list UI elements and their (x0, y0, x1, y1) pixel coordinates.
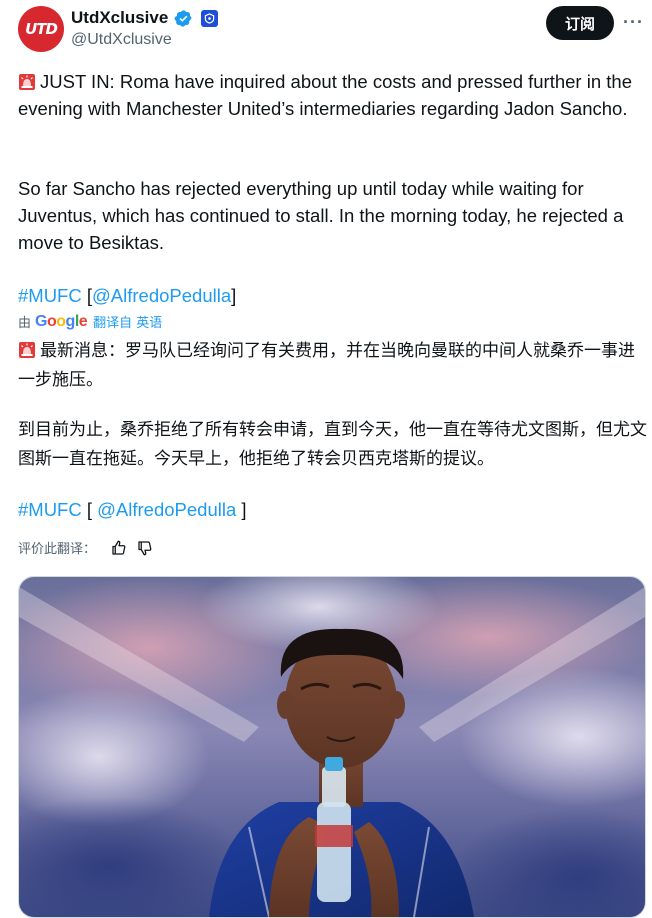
translated-bracket-open: [ (86, 499, 98, 520)
google-letter-o1: o (46, 312, 57, 330)
avatar-logo-text: UTD (25, 20, 58, 38)
tweet-text-1: JUST IN: Roma have inquired about the co… (18, 71, 632, 119)
rate-translation-label: 评价此翻译： (18, 542, 97, 557)
avatar[interactable]: UTD (18, 6, 64, 52)
google-letter-g: G (35, 312, 47, 330)
display-name[interactable]: UtdXclusive (71, 8, 168, 28)
translated-from-link[interactable]: 翻译自 英语 (93, 312, 162, 331)
thumbs-up-icon[interactable] (110, 539, 128, 557)
rate-translation-row: 评价此翻译： (18, 538, 154, 557)
translation-text-1: 最新消息：罗马队已经询问了有关费用，并在当晚向曼联的中间人就桑乔一事进一步施压。 (18, 341, 635, 390)
translation-paragraph-2: 到目前为止，桑乔拒绝了所有转会申请，直到今天，他一直在等待尤文图斯，但尤文图斯一… (18, 420, 647, 469)
siren-emoji-icon (19, 74, 35, 90)
mention-link[interactable]: @AlfredoPedulla (92, 285, 231, 306)
thumbs-down-icon[interactable] (136, 539, 154, 557)
verified-badge-icon (174, 9, 192, 27)
google-letter-o2: o (56, 312, 66, 330)
tweet-paragraph-2: So far Sancho has rejected everything up… (18, 178, 624, 253)
translation-tags-row: #MUFC [ @AlfredoPedulla ] (18, 496, 648, 523)
google-letter-g2: g (65, 312, 76, 330)
bracket-close: ] (231, 285, 237, 306)
hashtag-link[interactable]: #MUFC (18, 285, 82, 306)
tweet-photo[interactable] (18, 576, 646, 918)
tweet-tags-row: #MUFC [@AlfredoPedulla] (18, 282, 648, 309)
translated-hashtag-link[interactable]: #MUFC (18, 499, 82, 520)
tweet-header: UTD UtdXclusive @UtdXclusive 订阅 ··· (18, 6, 643, 56)
subscribe-button[interactable]: 订阅 (546, 6, 614, 40)
google-letter-e: e (78, 312, 88, 330)
affiliate-badge-icon[interactable] (201, 9, 219, 27)
translated-by-label: 由 (18, 316, 32, 331)
player-photo-image (19, 577, 645, 917)
user-handle[interactable]: @UtdXclusive (71, 31, 172, 49)
tweet-paragraph-1: JUST IN: Roma have inquired about the co… (18, 68, 648, 122)
translation-paragraph-1: 最新消息：罗马队已经询问了有关费用，并在当晚向曼联的中间人就桑乔一事进一步施压。 (18, 337, 648, 395)
translated-bracket-close: ] (236, 499, 247, 520)
name-row: UtdXclusive (71, 8, 219, 28)
translated-by-google: 由 Google 翻译自 英语 (18, 312, 162, 332)
google-logo: Google (35, 312, 88, 331)
more-options-icon[interactable]: ··· (623, 12, 644, 33)
siren-emoji-icon (19, 342, 35, 358)
translated-mention-link[interactable]: @AlfredoPedulla (97, 499, 236, 520)
